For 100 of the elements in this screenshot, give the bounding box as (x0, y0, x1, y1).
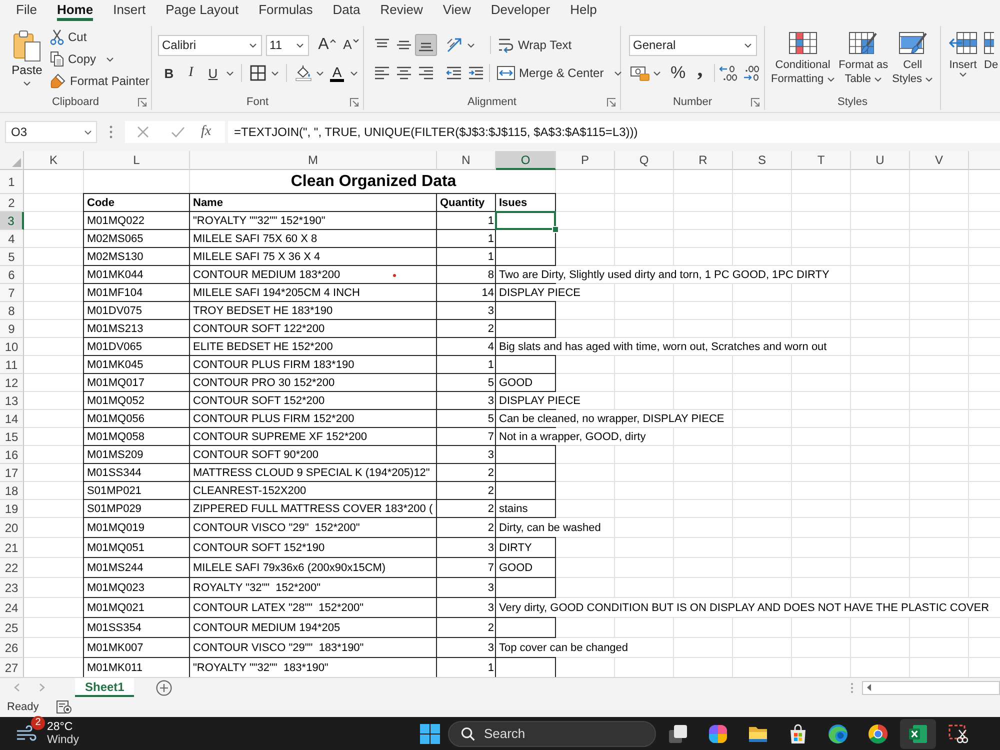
menu-tab[interactable]: Help (570, 0, 597, 21)
percent-style-button[interactable]: % (667, 62, 689, 84)
dialog-launcher-icon[interactable] (607, 98, 616, 106)
wrap-text-button[interactable]: Wrap Text (498, 34, 572, 56)
row-header[interactable]: 5 (0, 248, 24, 266)
row-header[interactable]: 10 (0, 338, 24, 356)
page-disc-icon[interactable] (56, 700, 72, 714)
column-header[interactable]: Q (615, 151, 674, 170)
row-header[interactable]: 22 (0, 558, 24, 578)
column-header[interactable]: L (84, 151, 190, 170)
merge-center-button[interactable]: Merge & Center (497, 62, 622, 84)
sheet-tab[interactable]: Sheet1 (75, 678, 134, 697)
caret-left-icon[interactable] (866, 683, 872, 692)
fill-handle[interactable] (552, 226, 559, 233)
row-header[interactable]: 14 (0, 410, 24, 428)
name-box[interactable]: O3 (5, 121, 97, 143)
row-header[interactable]: 21 (0, 538, 24, 558)
insert-button[interactable]: Insert (944, 32, 982, 77)
dialog-launcher-icon[interactable] (751, 98, 760, 106)
table-cell-text: M01MQ023 (86, 580, 146, 596)
paste-button[interactable]: Paste (8, 26, 46, 90)
table-cell-text: 14 (480, 286, 495, 300)
row-header[interactable]: 15 (0, 428, 24, 446)
row-header[interactable]: 17 (0, 464, 24, 482)
font-color-button[interactable]: A (326, 62, 348, 84)
menu-tab[interactable]: Insert (113, 0, 146, 21)
menu-tab[interactable]: Page Layout (166, 0, 239, 21)
caret-icon[interactable] (226, 70, 234, 76)
spreadsheet-app-button[interactable] (900, 718, 936, 748)
caret-icon[interactable] (350, 70, 358, 76)
row-header[interactable]: 18 (0, 482, 24, 500)
font-name-dropdown[interactable]: Calibri (158, 34, 262, 56)
column-header[interactable]: U (851, 151, 910, 170)
column-header[interactable]: P (556, 151, 615, 170)
search-button[interactable]: Search (448, 720, 656, 746)
row-header[interactable]: 19 (0, 500, 24, 518)
row-header[interactable]: 6 (0, 266, 24, 284)
cell-styles-button[interactable]: Cell Styles (890, 32, 936, 86)
caret-icon[interactable] (316, 70, 324, 76)
grow-font-button[interactable]: A (315, 34, 339, 56)
row-header[interactable]: 12 (0, 374, 24, 392)
column-header[interactable]: M (190, 151, 437, 170)
check-icon[interactable] (171, 126, 185, 138)
row-header[interactable]: 26 (0, 638, 24, 658)
row-header[interactable]: 20 (0, 518, 24, 538)
caret-icon[interactable] (271, 70, 279, 76)
row-header[interactable]: 7 (0, 284, 24, 302)
copy-button[interactable]: Copy (50, 48, 150, 70)
row-header[interactable]: 24 (0, 598, 24, 618)
formula-field[interactable]: =TEXTJOIN(", ", TRUE, UNIQUE(FILTER($J$3:$J$115, $A$3:$A$115=L3))) (228, 121, 1000, 143)
dialog-launcher-icon[interactable] (138, 98, 147, 106)
bottom-align-button[interactable] (415, 34, 437, 56)
bold-button[interactable]: B (158, 62, 180, 84)
row-header[interactable]: 11 (0, 356, 24, 374)
row-header[interactable]: 8 (0, 302, 24, 320)
italic-button[interactable]: I (180, 62, 202, 84)
vertical-dots-icon[interactable] (109, 125, 113, 139)
number-format-dropdown[interactable]: General (629, 34, 757, 56)
menu-tab[interactable]: Home (56, 0, 94, 21)
caret-icon[interactable] (653, 70, 661, 76)
insert-function-button[interactable]: fx (201, 124, 212, 140)
row-header[interactable]: 1 (0, 170, 24, 194)
column-header[interactable]: S (733, 151, 792, 170)
row-header[interactable]: 13 (0, 392, 24, 410)
column-header[interactable]: N (437, 151, 496, 170)
menu-tab[interactable]: Data (332, 0, 360, 21)
vertical-dots-icon[interactable] (850, 682, 854, 694)
delete-button[interactable]: De (984, 32, 998, 72)
row-header[interactable]: 9 (0, 320, 24, 338)
selected-cell[interactable] (495, 211, 556, 230)
caret-icon[interactable] (467, 42, 475, 48)
column-header[interactable]: K (24, 151, 84, 170)
underline-button[interactable]: U (202, 62, 224, 84)
row-header[interactable]: 2 (0, 194, 24, 212)
shrink-font-button[interactable]: A (339, 34, 363, 56)
column-header[interactable]: R (674, 151, 733, 170)
weather-button[interactable]: 2 28°C Windy (16, 717, 79, 750)
horizontal-scrollbar[interactable] (862, 680, 1000, 694)
menu-tab[interactable]: View (442, 0, 471, 21)
row-header[interactable]: 27 (0, 658, 24, 677)
conditional-formatting-button[interactable]: Conditional Formatting (769, 32, 837, 86)
column-header[interactable]: T (792, 151, 851, 170)
format-as-table-button[interactable]: Format as Table (836, 32, 890, 86)
row-header[interactable]: 16 (0, 446, 24, 464)
column-header[interactable]: O (496, 151, 556, 170)
row-header[interactable]: 25 (0, 618, 24, 638)
menu-tab[interactable]: File (16, 0, 37, 21)
cut-button[interactable]: Cut (50, 26, 150, 48)
menu-tab[interactable]: Formulas (258, 0, 313, 21)
comma-style-button[interactable]: , (689, 62, 711, 84)
menu-tab[interactable]: Review (380, 0, 423, 21)
row-header[interactable]: 23 (0, 578, 24, 598)
format-painter-button[interactable]: Format Painter (50, 70, 150, 92)
dialog-launcher-icon[interactable] (350, 98, 359, 106)
add-sheet-button[interactable] (156, 680, 172, 696)
row-header[interactable]: 4 (0, 230, 24, 248)
font-size-dropdown[interactable]: 11 (266, 34, 309, 56)
menu-tab[interactable]: Developer (490, 0, 550, 21)
row-header[interactable]: 3 (0, 212, 24, 230)
column-header[interactable]: V (910, 151, 969, 170)
